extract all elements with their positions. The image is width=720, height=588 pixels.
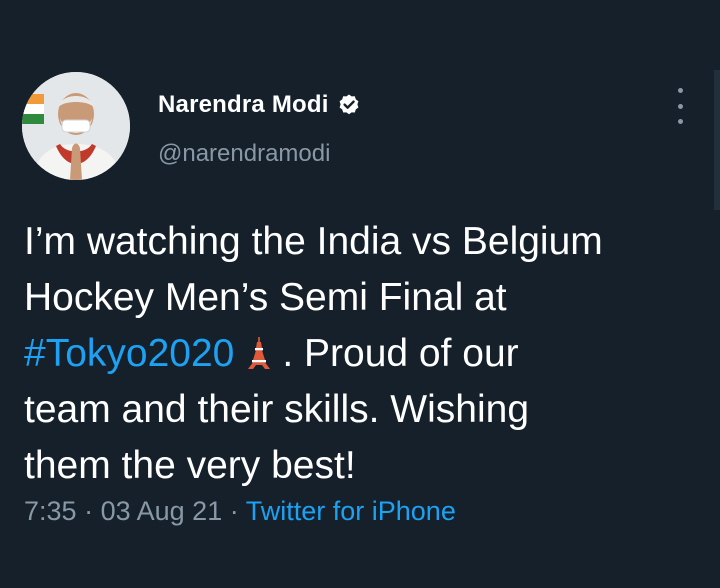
tweet-date[interactable]: 03 Aug 21	[101, 496, 223, 526]
tweet-line: Hockey Men’s Semi Final at	[24, 276, 507, 319]
meta-separator: ·	[229, 496, 239, 526]
avatar[interactable]	[22, 72, 130, 180]
verified-badge-icon	[337, 93, 361, 117]
tweet-line: them the very best!	[24, 444, 356, 487]
tweet-line-rest: . Proud of our	[282, 332, 519, 375]
more-dot-icon	[677, 103, 683, 109]
scrollbar[interactable]	[714, 70, 720, 210]
tweet-meta: 7:35 · 03 Aug 21 · Twitter for iPhone	[24, 496, 456, 527]
more-dot-icon	[677, 88, 683, 93]
tweet-time[interactable]: 7:35	[24, 496, 77, 526]
more-options-button[interactable]	[668, 88, 692, 124]
author-name-row[interactable]: Narendra Modi	[158, 90, 361, 120]
avatar-image	[22, 72, 130, 180]
tweet-line: team and their skills. Wishing	[24, 388, 530, 431]
meta-separator: ·	[84, 496, 94, 526]
tweet-card: Narendra Modi @narendramodi I’m watching…	[0, 0, 720, 588]
author-display-name[interactable]: Narendra Modi	[158, 91, 329, 119]
tweet-text: I’m watching the India vs Belgium Hockey…	[24, 214, 704, 494]
tweet-line: I’m watching the India vs Belgium	[24, 220, 603, 263]
hashtag-link[interactable]: #Tokyo2020	[24, 332, 234, 375]
tweet-line: #Tokyo2020 . Proud of our	[24, 326, 704, 382]
tweet-source-link[interactable]: Twitter for iPhone	[246, 496, 456, 526]
more-dot-icon	[677, 119, 683, 124]
tokyo-tower-emoji-icon	[246, 330, 272, 369]
author-handle[interactable]: @narendramodi	[158, 140, 330, 168]
